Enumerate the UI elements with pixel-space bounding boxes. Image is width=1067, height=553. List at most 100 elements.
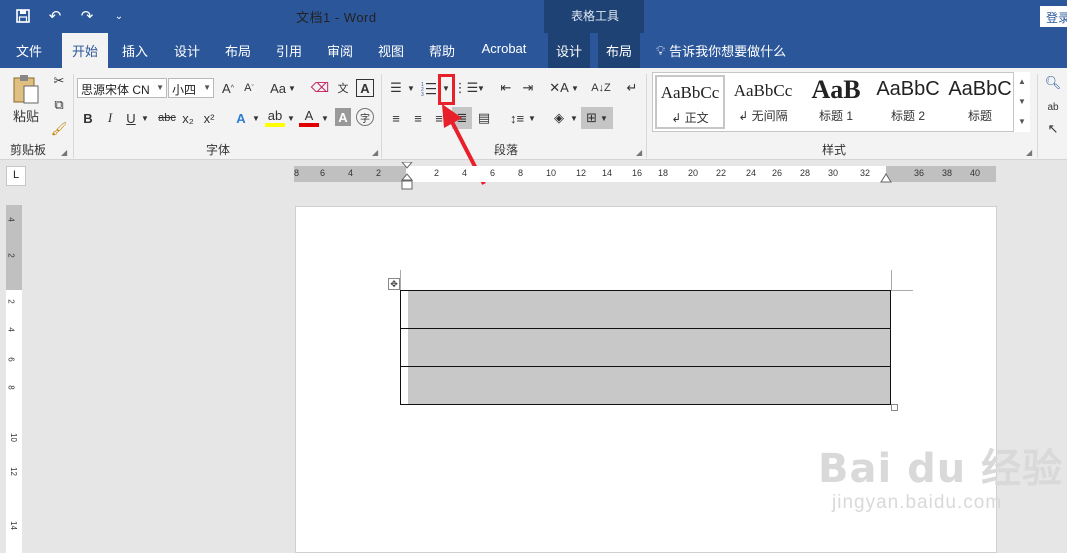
phonetic-guide-icon[interactable]: 文 bbox=[333, 77, 353, 99]
tab-home[interactable]: 开始 bbox=[62, 33, 108, 68]
undo-icon[interactable]: ↶ bbox=[44, 5, 66, 27]
character-shading-button[interactable]: A bbox=[335, 108, 351, 126]
superscript-button[interactable]: x² bbox=[201, 107, 217, 129]
borders-icon[interactable]: ⊞ ▼ bbox=[581, 107, 613, 129]
table-move-handle-icon[interactable]: ✥ bbox=[388, 278, 400, 290]
tab-table-design[interactable]: 设计 bbox=[548, 33, 590, 68]
enclose-characters-button[interactable]: 字 bbox=[356, 108, 374, 126]
shading-icon[interactable]: ◈ bbox=[549, 107, 569, 129]
tab-selector[interactable]: L bbox=[6, 166, 26, 186]
indent-marker-icon[interactable] bbox=[399, 162, 415, 192]
tab-file[interactable]: 文件 bbox=[6, 33, 52, 68]
save-icon[interactable] bbox=[12, 5, 34, 27]
clipboard-launcher-icon[interactable]: ◢ bbox=[61, 148, 67, 157]
tab-insert[interactable]: 插入 bbox=[114, 33, 156, 68]
show-marks-icon[interactable]: ↵ bbox=[623, 77, 641, 99]
shrink-font-button[interactable]: Aˇ bbox=[240, 77, 258, 99]
gallery-scroll[interactable]: ▲ ▼ ▼ bbox=[1013, 72, 1030, 132]
font-size-combo[interactable]: 小四 ▼ bbox=[168, 78, 214, 98]
numbering-icon[interactable]: 123 bbox=[420, 77, 438, 99]
style-normal[interactable]: AaBbCc ↲ 正文 bbox=[655, 75, 725, 129]
character-border-icon[interactable]: A bbox=[356, 79, 374, 97]
cut-icon[interactable]: ✂ bbox=[50, 70, 68, 92]
find-icon[interactable]: 🔍︎ bbox=[1044, 72, 1062, 94]
style-no-spacing[interactable]: AaBbCc ↲ 无间隔 bbox=[728, 75, 798, 129]
table-resize-handle[interactable] bbox=[891, 404, 898, 411]
underline-dropdown-icon[interactable]: ▼ bbox=[139, 107, 151, 129]
clear-formatting-icon[interactable]: ⌫ bbox=[310, 77, 330, 99]
tab-view[interactable]: 视图 bbox=[370, 33, 412, 68]
bullets-icon[interactable]: ☰ bbox=[387, 77, 405, 99]
tab-review[interactable]: 审阅 bbox=[319, 33, 361, 68]
align-left-icon[interactable]: ≡ bbox=[387, 107, 405, 129]
shading-dropdown-icon[interactable]: ▼ bbox=[569, 107, 579, 129]
decrease-indent-icon[interactable]: ⇤ bbox=[497, 77, 515, 99]
ruler-tick-label: 2 bbox=[6, 253, 16, 258]
crop-mark bbox=[400, 270, 401, 290]
right-indent-marker-icon[interactable] bbox=[880, 168, 892, 184]
style-heading-2[interactable]: AaBbC 标题 2 bbox=[873, 75, 943, 129]
quick-access-toolbar: ↶ ↷ ⌄ bbox=[12, 5, 130, 27]
customize-qat-icon[interactable]: ⌄ bbox=[108, 5, 130, 27]
style-heading-1[interactable]: AaB 标题 1 bbox=[801, 75, 871, 129]
font-color-button[interactable]: A bbox=[299, 107, 319, 127]
copy-icon[interactable]: ⧉ bbox=[50, 94, 68, 116]
paste-button[interactable]: 粘贴 bbox=[8, 104, 44, 126]
format-painter-icon[interactable]: 🖌︎ bbox=[50, 118, 68, 140]
gallery-up-icon[interactable]: ▲ bbox=[1014, 72, 1030, 92]
sort-icon[interactable]: A↓Z bbox=[591, 77, 611, 99]
tab-references[interactable]: 引用 bbox=[268, 33, 310, 68]
chinese-layout-dropdown-icon[interactable]: ▼ bbox=[570, 77, 580, 99]
tab-table-layout[interactable]: 布局 bbox=[598, 33, 640, 68]
grow-font-button[interactable]: A ^ bbox=[219, 77, 237, 99]
ruler-tick-label: 16 bbox=[632, 168, 643, 178]
table-cell[interactable] bbox=[400, 366, 891, 405]
tab-acrobat[interactable]: Acrobat bbox=[474, 33, 534, 68]
increase-indent-icon[interactable]: ⇥ bbox=[519, 77, 537, 99]
line-spacing-icon[interactable]: ↕≡ bbox=[507, 107, 527, 129]
tab-layout[interactable]: 布局 bbox=[217, 33, 259, 68]
paste-icon[interactable] bbox=[8, 72, 44, 106]
underline-button[interactable]: U bbox=[123, 107, 139, 129]
gallery-down-icon[interactable]: ▼ bbox=[1014, 92, 1030, 112]
align-center-icon[interactable]: ≡ bbox=[409, 107, 427, 129]
font-name-combo[interactable]: 思源宋体 CN ▼ bbox=[77, 78, 167, 98]
table-row[interactable] bbox=[400, 328, 891, 367]
font-launcher-icon[interactable]: ◢ bbox=[372, 148, 378, 157]
ruler-tick-label: 8 bbox=[518, 168, 524, 178]
styles-launcher-icon[interactable]: ◢ bbox=[1026, 148, 1032, 157]
chinese-layout-icon[interactable]: ✕A bbox=[549, 77, 569, 99]
table-cell[interactable] bbox=[400, 290, 891, 329]
bold-button[interactable]: B bbox=[80, 107, 96, 129]
vertical-ruler[interactable]: 4 2 2 4 6 8 10 12 14 bbox=[6, 205, 22, 553]
ruler-tick-label: 14 bbox=[8, 521, 18, 530]
subscript-button[interactable]: x₂ bbox=[180, 107, 196, 129]
multilevel-list-icon[interactable]: ⋮☰ bbox=[454, 77, 479, 99]
font-color-dropdown-icon[interactable]: ▼ bbox=[320, 107, 330, 129]
table-row[interactable] bbox=[400, 366, 891, 405]
select-icon[interactable]: ↖ bbox=[1044, 118, 1062, 140]
multilevel-dropdown-icon[interactable]: ▼ bbox=[476, 77, 486, 99]
highlight-dropdown-icon[interactable]: ▼ bbox=[286, 107, 296, 129]
line-spacing-dropdown-icon[interactable]: ▼ bbox=[527, 107, 537, 129]
replace-icon[interactable]: ab bbox=[1044, 96, 1062, 118]
table-cell[interactable] bbox=[400, 328, 891, 367]
document-table[interactable] bbox=[400, 290, 891, 405]
bullets-dropdown-icon[interactable]: ▼ bbox=[406, 77, 416, 99]
table-row[interactable] bbox=[400, 290, 891, 329]
strikethrough-button[interactable]: abc bbox=[156, 107, 178, 129]
login-button[interactable]: 登录 bbox=[1040, 6, 1067, 27]
tab-help[interactable]: 帮助 bbox=[421, 33, 463, 68]
style-title[interactable]: AaBbC 标题 bbox=[945, 75, 1015, 129]
paragraph-launcher-icon[interactable]: ◢ bbox=[636, 148, 642, 157]
text-effects-dropdown-icon[interactable]: ▼ bbox=[251, 107, 261, 129]
tab-design[interactable]: 设计 bbox=[166, 33, 208, 68]
text-effects-button[interactable]: A bbox=[231, 107, 251, 129]
tell-me-search[interactable]: 💡︎ 告诉我你想要做什么 bbox=[656, 41, 786, 60]
highlight-icon[interactable]: ab bbox=[265, 107, 285, 127]
redo-icon[interactable]: ↷ bbox=[76, 5, 98, 27]
gallery-more-icon[interactable]: ▼ bbox=[1014, 112, 1030, 132]
change-case-button[interactable]: Aa ▼ bbox=[268, 77, 298, 99]
italic-button[interactable]: I bbox=[102, 107, 118, 129]
cell-selection-shading bbox=[408, 329, 890, 366]
